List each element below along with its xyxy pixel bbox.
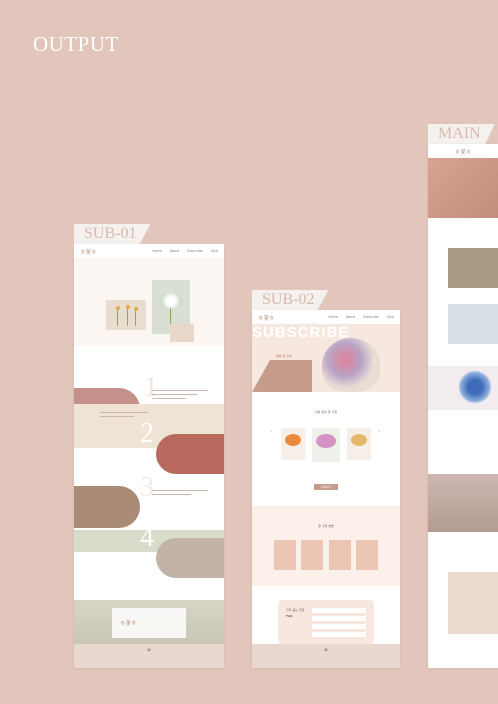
main-nav: ㅎ꽃ㅎ	[428, 144, 498, 158]
step3-photo	[74, 486, 140, 528]
main-photo-2	[448, 304, 498, 344]
main-photo-1	[448, 248, 498, 288]
sub01-nav-about[interactable]: About	[170, 249, 179, 253]
step-card-1	[274, 540, 296, 570]
hero-caption: 생화 꽃 구독	[276, 354, 292, 358]
hero-word: SUBSCRIBE	[252, 324, 350, 341]
sub02-hero: SUBSCRIBE 생화 꽃 구독	[252, 324, 400, 392]
product-1[interactable]	[281, 428, 305, 460]
sub02-footer: ✿	[252, 644, 400, 668]
main-band	[428, 366, 498, 410]
step-card-4	[355, 540, 378, 570]
banner-logo: ㅎ꽃ㅎ	[120, 621, 137, 627]
sub01-tag: SUB-01	[74, 224, 151, 244]
faq-title: FAQ	[286, 614, 293, 618]
sub01-logo: ㅎ꽃ㅎ	[80, 249, 97, 256]
sub02-footer-logo-icon: ✿	[324, 647, 328, 652]
bouquet-photo	[322, 338, 380, 392]
sub01-nav: ㅎ꽃ㅎ Home About Subscribe Q&A	[74, 244, 224, 258]
process-title: 꽃 구독 방법	[318, 524, 334, 528]
step2-photo	[156, 434, 224, 474]
main-page-preview[interactable]: ㅎ꽃ㅎ	[428, 144, 498, 668]
main-hero	[428, 158, 498, 218]
sub01-page-preview[interactable]: ㅎ꽃ㅎ Home About Subscribe Q&A 1 2 3 4 ㅎ꽃ㅎ…	[74, 244, 224, 668]
faq-item-4[interactable]	[312, 632, 366, 637]
sub02-logo: ㅎ꽃ㅎ	[258, 315, 275, 322]
sub02-nav-home[interactable]: Home	[328, 315, 337, 319]
process-section: 꽃 구독 방법	[252, 506, 400, 586]
faq-item-1[interactable]	[312, 608, 366, 613]
prev-arrow-icon[interactable]: ‹	[270, 428, 274, 462]
step-card-2	[301, 540, 324, 570]
hero-accent-block	[170, 324, 194, 342]
main-flower-field	[428, 474, 498, 532]
product-3[interactable]	[347, 428, 371, 460]
faq-item-3[interactable]	[312, 624, 366, 629]
sub01-hero	[74, 258, 224, 346]
main-tag: MAIN	[428, 124, 495, 144]
main-logo: ㅎ꽃ㅎ	[454, 149, 472, 156]
step4-photo	[156, 538, 224, 578]
main-gallery	[448, 572, 498, 634]
sub01-nav-subscribe[interactable]: Subscribe	[187, 249, 203, 253]
next-arrow-icon[interactable]: ›	[378, 428, 382, 462]
step4-number: 4	[140, 522, 154, 553]
subscribe-button[interactable]: 구독하기	[314, 484, 338, 490]
sub01-nav-qa[interactable]: Q&A	[211, 249, 218, 253]
sub02-nav-subscribe[interactable]: Subscribe	[363, 315, 379, 319]
page-heading: OUTPUT	[33, 32, 119, 56]
sub01-banner: ㅎ꽃ㅎ	[74, 600, 224, 648]
step-card-3	[328, 540, 351, 570]
faq-sub: 자주 묻는 질문	[286, 608, 305, 612]
sub01-footer: ✿	[74, 644, 224, 668]
month-title: 이번 달의 꽃 구독	[314, 410, 338, 414]
step3-text	[152, 490, 208, 504]
sub01-nav-home[interactable]: Home	[152, 249, 161, 253]
sub02-nav-qa[interactable]: Q&A	[387, 315, 394, 319]
sub02-page-preview[interactable]: ㅎ꽃ㅎ Home About Subscribe Q&A SUBSCRIBE 생…	[252, 310, 400, 668]
tulip-photo	[106, 300, 146, 330]
faq-box: 자주 묻는 질문 FAQ	[278, 600, 374, 644]
sub02-nav-about[interactable]: About	[346, 315, 355, 319]
sub02-nav: ㅎ꽃ㅎ Home About Subscribe Q&A	[252, 310, 400, 324]
step2-number: 2	[140, 418, 154, 449]
product-2[interactable]	[312, 428, 340, 462]
sub02-tag: SUB-02	[252, 290, 329, 310]
faq-item-2[interactable]	[312, 616, 366, 621]
sub01-footer-logo-icon: ✿	[147, 647, 151, 652]
product-carousel: ‹ ›	[270, 428, 382, 462]
